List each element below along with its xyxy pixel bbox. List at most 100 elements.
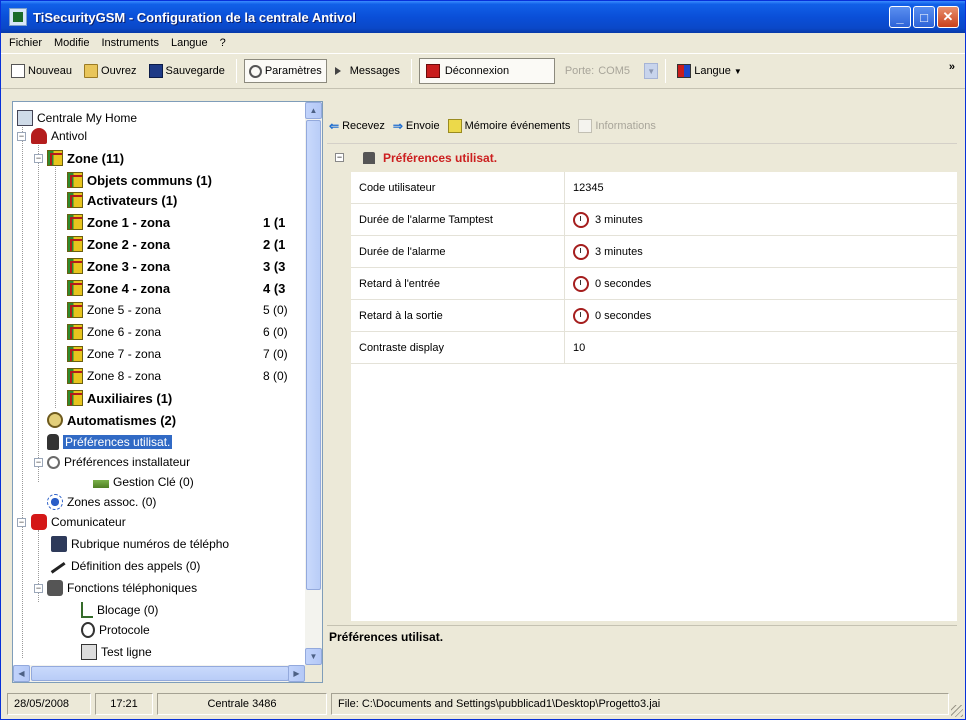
scroll-thumb[interactable] [306, 120, 321, 590]
tree-item-label: Zone (11) [67, 150, 125, 166]
speaker-icon [334, 67, 341, 75]
tree-item-zone-2[interactable]: Zone 2 - zona 2 (1 [67, 234, 303, 254]
description-title: Préférences utilisat. [329, 630, 444, 644]
property-value[interactable]: 10 [573, 342, 585, 354]
tree-item-fonctions-telephoniques[interactable]: Fonctions téléphoniques [47, 578, 197, 598]
menu-langue[interactable]: Langue [171, 37, 208, 49]
tree-item-rubrique[interactable]: Rubrique numéros de télépho [51, 534, 229, 554]
scroll-left-icon[interactable]: ◀ [13, 665, 30, 682]
tree-item-objets-communs[interactable]: Objets communs (1) [67, 170, 212, 190]
new-button[interactable]: Nouveau [7, 59, 76, 83]
tree-item-centrale[interactable]: Centrale My Home [17, 108, 137, 128]
grid-category-header[interactable]: Préférences utilisat. [351, 144, 957, 172]
minimize-button[interactable]: _ [889, 6, 911, 28]
send-button[interactable]: ⇒ Envoie [393, 119, 440, 133]
disconnect-icon [425, 64, 440, 78]
scroll-thumb[interactable] [31, 666, 289, 681]
collapse-icon[interactable]: − [34, 154, 43, 163]
tree-item-blocage[interactable]: Blocage (0) [81, 600, 158, 620]
collapse-icon[interactable]: − [34, 584, 43, 593]
tree-item-label: Zone 8 - zona [87, 369, 162, 383]
collapse-icon[interactable]: − [17, 132, 26, 141]
port-dropdown-arrow-icon[interactable]: ▼ [644, 63, 659, 79]
tree-item-label: Zone 2 - zona [87, 236, 171, 252]
tree-item-zone[interactable]: Zone (11) [47, 148, 124, 168]
disconnect-button[interactable]: Déconnexion [418, 58, 555, 84]
tree-item-zone-5[interactable]: Zone 5 - zona 5 (0) [67, 300, 303, 320]
property-value[interactable]: 0 secondes [595, 310, 651, 322]
zones-assoc-icon [47, 494, 63, 510]
tree-item-activateurs[interactable]: Activateurs (1) [67, 190, 177, 210]
tree-horizontal-scrollbar[interactable]: ◀ ▶ [13, 665, 305, 682]
messages-button[interactable]: Messages [331, 59, 404, 83]
test-line-icon [81, 644, 97, 660]
tree-item-zone-8[interactable]: Zone 8 - zona 8 (0) [67, 366, 303, 386]
parameters-label: Paramètres [264, 65, 322, 77]
computer-icon [17, 110, 33, 126]
tree-item-auxiliaires[interactable]: Auxiliaires (1) [67, 388, 172, 408]
property-row[interactable]: Durée de l'alarme Tamptest 3 minutes [351, 204, 957, 236]
menu-help[interactable]: ? [220, 37, 226, 49]
scroll-down-icon[interactable]: ▼ [305, 648, 322, 665]
property-row[interactable]: Retard à la sortie 0 secondes [351, 300, 957, 332]
property-row[interactable]: Durée de l'alarme 3 minutes [351, 236, 957, 268]
collapse-icon[interactable]: − [17, 518, 26, 527]
toolbar-overflow-icon[interactable]: » [949, 61, 955, 73]
tree-vertical-scrollbar[interactable]: ▲ ▼ [305, 102, 322, 665]
tree-item-zone-4[interactable]: Zone 4 - zona 4 (3 [67, 278, 303, 298]
close-button[interactable]: ✕ [937, 6, 959, 28]
parameters-button[interactable]: Paramètres [243, 59, 327, 83]
title-bar[interactable]: TiSecurityGSM - Configuration de la cent… [1, 1, 965, 33]
receive-button[interactable]: ⇐ Recevez [329, 119, 385, 133]
scroll-up-icon[interactable]: ▲ [305, 102, 322, 119]
property-name: Contraste display [351, 332, 565, 363]
tree-item-gestion-cle[interactable]: Gestion Clé (0) [93, 472, 194, 492]
tree-item-preferences-utilisat[interactable]: Préférences utilisat. [47, 432, 173, 452]
tree-item-protocole[interactable]: Protocole [81, 620, 150, 640]
tree-item-label: Blocage (0) [97, 603, 159, 617]
resize-grip-icon[interactable] [951, 705, 963, 717]
zone-icon [67, 192, 83, 208]
events-memory-button[interactable]: Mémoire événements [447, 119, 571, 133]
collapse-icon[interactable]: − [34, 458, 43, 467]
tree-item-zones-assoc[interactable]: Zones assoc. (0) [47, 492, 156, 512]
property-value[interactable]: 12345 [573, 182, 604, 194]
events-label: Mémoire événements [464, 120, 571, 132]
tree-item-zone-6[interactable]: Zone 6 - zona 6 (0) [67, 322, 303, 342]
collapse-icon[interactable]: − [335, 153, 344, 162]
tree-item-comunicateur[interactable]: Comunicateur [31, 512, 126, 532]
tree-connector [22, 120, 23, 518]
save-button[interactable]: Sauvegarde [145, 59, 229, 83]
maximize-button[interactable]: □ [913, 6, 935, 28]
block-icon [81, 602, 93, 618]
informations-button[interactable]: Informations [578, 119, 656, 133]
status-file-path: File: C:\Documents and Settings\pubblica… [331, 693, 949, 715]
property-value[interactable]: 0 secondes [595, 278, 651, 290]
tree-item-zone-3[interactable]: Zone 3 - zona 3 (3 [67, 256, 303, 276]
tree-item-automatismes[interactable]: Automatismes (2) [47, 410, 176, 430]
zone-icon [67, 390, 83, 406]
tree-item-definition-appels[interactable]: Définition des appels (0) [50, 556, 200, 577]
property-row[interactable]: Code utilisateur 12345 [351, 172, 957, 204]
tree-item-label: Antivol [51, 129, 88, 143]
tree-item-zone-1[interactable]: Zone 1 - zona 1 (1 [67, 212, 303, 232]
port-select[interactable]: COM5 [598, 62, 640, 80]
property-value[interactable]: 3 minutes [595, 214, 643, 226]
menu-instruments[interactable]: Instruments [101, 37, 158, 49]
property-row[interactable]: Retard à l'entrée 0 secondes [351, 268, 957, 300]
tree-item-antivol[interactable]: Antivol [31, 126, 87, 146]
tree-item-test-ligne[interactable]: Test ligne [81, 642, 152, 662]
scroll-right-icon[interactable]: ▶ [288, 665, 305, 682]
tree-item-label: Zones assoc. (0) [67, 495, 157, 509]
property-row[interactable]: Contraste display 10 [351, 332, 957, 364]
tree-item-zone-7[interactable]: Zone 7 - zona 7 (0) [67, 344, 303, 364]
menu-modifie[interactable]: Modifie [54, 37, 89, 49]
menu-fichier[interactable]: Fichier [9, 37, 42, 49]
language-button[interactable]: Langue ▼ [673, 59, 746, 83]
tree-item-count: 2 (1 [263, 236, 286, 252]
tree-item-preferences-installateur[interactable]: Préférences installateur [47, 452, 190, 472]
tree-item-label: Zone 4 - zona [87, 280, 171, 296]
property-value[interactable]: 3 minutes [595, 246, 643, 258]
scroll-corner [305, 665, 322, 682]
open-button[interactable]: Ouvrez [80, 59, 140, 83]
